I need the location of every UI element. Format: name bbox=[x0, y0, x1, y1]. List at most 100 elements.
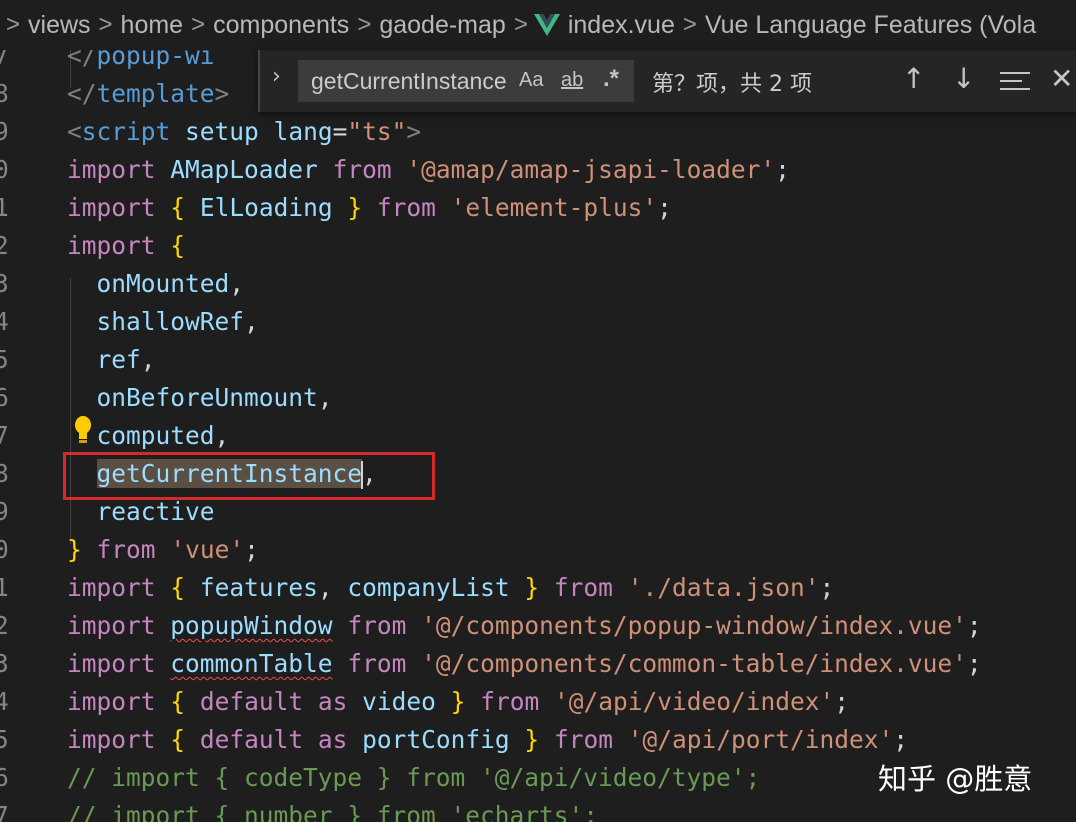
whole-word-button[interactable]: ab bbox=[561, 69, 583, 92]
lightbulb-icon[interactable] bbox=[73, 415, 93, 445]
code-text: // import { number } from 'echarts'; bbox=[67, 797, 598, 822]
line-number: 4 bbox=[0, 307, 9, 336]
code-token: ; bbox=[834, 687, 849, 716]
code-token: 'vue' bbox=[170, 535, 245, 564]
code-token: < bbox=[67, 117, 82, 146]
find-match-count: 第？项，共 2 项 bbox=[652, 72, 812, 97]
code-token: import bbox=[67, 193, 156, 222]
code-text: // import { codeType } from '@/api/video… bbox=[67, 759, 760, 797]
line-number: 4 bbox=[0, 687, 9, 716]
line-number: 6 bbox=[0, 383, 9, 412]
code-text: import { features, companyList } from '.… bbox=[67, 569, 834, 607]
code-token: import bbox=[67, 687, 156, 716]
code-token: import bbox=[67, 155, 156, 184]
code-token: ref bbox=[96, 345, 141, 374]
code-token: "ts" bbox=[347, 117, 407, 146]
code-token: onBeforeUnmount bbox=[96, 383, 318, 412]
find-input-box[interactable]: Aa ab .* bbox=[298, 60, 634, 102]
code-token: = bbox=[332, 117, 348, 146]
line-number: 7 bbox=[0, 421, 9, 450]
breadcrumb-item-gaode-map[interactable]: gaode-map bbox=[377, 11, 507, 40]
code-token: as bbox=[317, 687, 348, 716]
code-token: default bbox=[199, 725, 304, 754]
breadcrumb-separator: > bbox=[191, 11, 206, 38]
breadcrumb-item-views[interactable]: views bbox=[26, 11, 93, 40]
code-token: from bbox=[347, 649, 407, 678]
breadcrumb-separator: > bbox=[513, 11, 528, 38]
code-token: portConfig bbox=[362, 725, 510, 754]
code-token: ; bbox=[657, 193, 672, 222]
code-token: ElLoading bbox=[199, 193, 333, 222]
regex-button[interactable]: .* bbox=[603, 65, 619, 93]
breadcrumb-item-components[interactable]: components bbox=[211, 11, 351, 40]
code-token: from bbox=[347, 611, 407, 640]
find-widget: › Aa ab .* 第？项，共 2 项 ↑ ↓ ✕ bbox=[258, 50, 1076, 112]
breadcrumb-separator: > bbox=[682, 11, 697, 38]
code-token: import bbox=[67, 611, 156, 640]
code-text: import commonTable from '@/components/co… bbox=[67, 645, 982, 683]
code-token: , bbox=[244, 307, 259, 336]
find-input[interactable] bbox=[311, 67, 509, 95]
breadcrumb-item-home[interactable]: home bbox=[119, 11, 186, 40]
line-number: 8 bbox=[0, 79, 9, 108]
code-token: computed bbox=[96, 421, 215, 450]
watermark: 知乎 @胜意 bbox=[878, 762, 1033, 796]
code-text: import AMapLoader from '@amap/amap-jsapi… bbox=[67, 151, 790, 189]
breadcrumb-item-index-vue[interactable]: index.vue bbox=[566, 11, 677, 40]
highlight-annotation-box bbox=[63, 452, 435, 500]
line-number: 3 bbox=[0, 269, 9, 298]
arrow-up-icon[interactable]: ↑ bbox=[902, 62, 925, 95]
code-token: default bbox=[199, 687, 304, 716]
code-token: ; bbox=[966, 611, 982, 640]
line-number: 5 bbox=[0, 345, 9, 374]
toggle-replace-button[interactable]: › bbox=[272, 64, 281, 89]
code-text: import { default as portConfig } from '@… bbox=[67, 721, 908, 759]
code-token: { bbox=[170, 725, 186, 754]
code-token: // import { number } from 'echarts'; bbox=[67, 801, 599, 822]
code-token: companyList bbox=[347, 573, 510, 602]
code-editor[interactable]: 7 </popup-wi 8 </template> 9 <script setup la… bbox=[0, 50, 1076, 822]
code-token: onMounted bbox=[96, 269, 230, 298]
breadcrumb-item-language-features[interactable]: Vue Language Features (Vola bbox=[703, 11, 1038, 40]
code-token: '@/api/video/index' bbox=[553, 687, 835, 716]
code-text: import { bbox=[67, 227, 185, 265]
find-in-selection-icon[interactable] bbox=[1000, 70, 1030, 92]
close-icon[interactable]: ✕ bbox=[1050, 62, 1073, 95]
code-token: import bbox=[67, 649, 156, 678]
code-token: > bbox=[406, 117, 422, 146]
code-text: import { default as video } from '@/api/… bbox=[67, 683, 849, 721]
code-token: ; bbox=[244, 535, 259, 564]
code-text: import { ElLoading } from 'element-plus'… bbox=[67, 189, 672, 227]
code-token: 'element-plus' bbox=[450, 193, 658, 222]
line-number: 2 bbox=[0, 231, 9, 260]
breadcrumb-separator: > bbox=[98, 11, 113, 38]
code-token: from bbox=[376, 193, 436, 222]
match-case-button[interactable]: Aa bbox=[519, 69, 543, 92]
arrow-down-icon[interactable]: ↓ bbox=[952, 62, 975, 95]
code-token: </ bbox=[67, 50, 97, 70]
code-text: } from 'vue'; bbox=[67, 531, 259, 569]
line-number: 3 bbox=[0, 649, 9, 678]
code-token: , bbox=[229, 269, 245, 298]
line-number: 1 bbox=[0, 193, 9, 222]
code-token: from bbox=[553, 725, 613, 754]
